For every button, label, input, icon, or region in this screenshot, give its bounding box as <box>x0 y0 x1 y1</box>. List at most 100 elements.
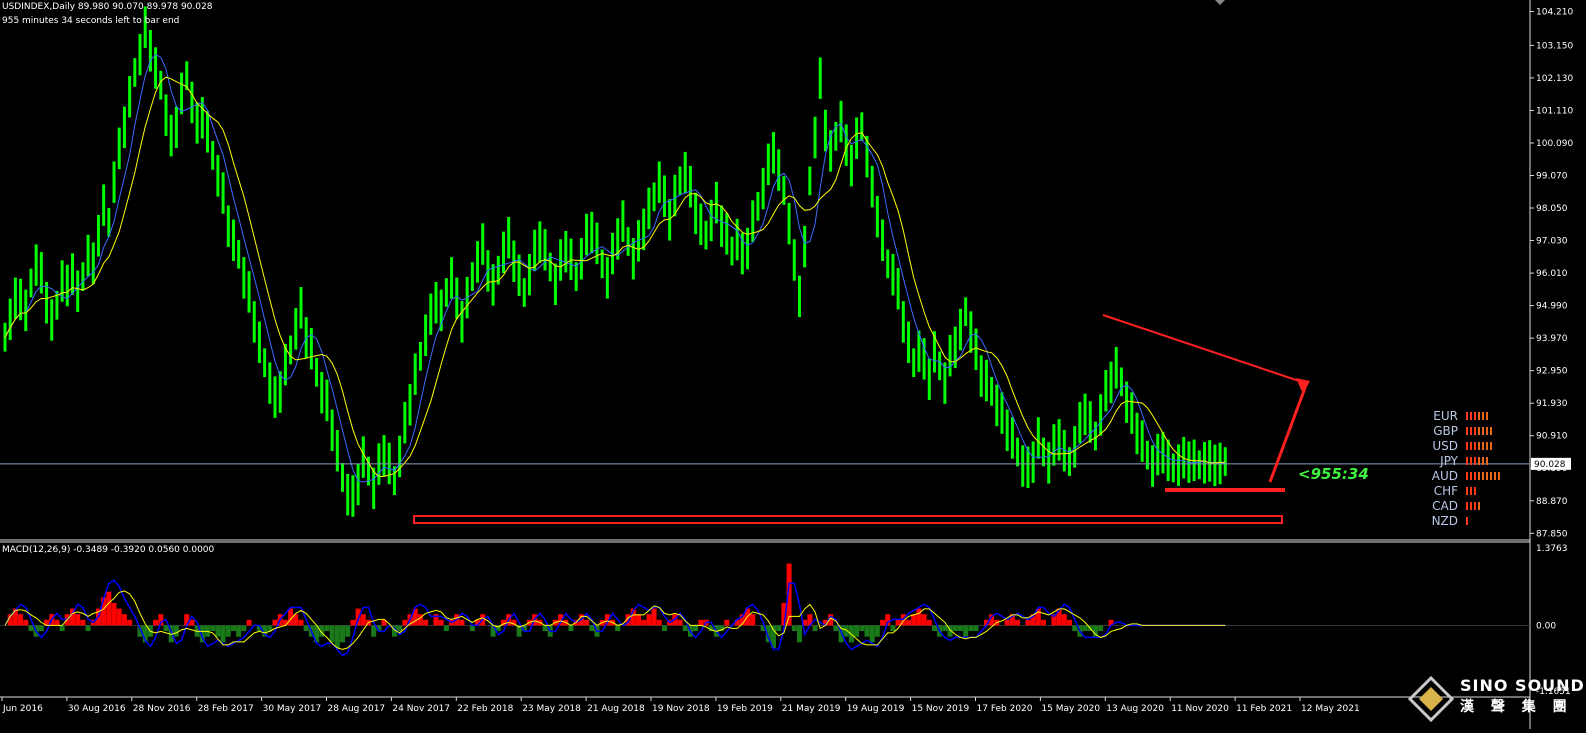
macd-histogram-bar <box>957 625 963 632</box>
date-tick-label: 28 Aug 2017 <box>328 704 386 714</box>
macd-histogram-bar <box>303 625 309 632</box>
price-tick-label: 90.910 <box>1536 432 1568 442</box>
price-tick-label: 93.970 <box>1536 334 1568 344</box>
logo-subtitle: 漢 聲 集 團 <box>1460 699 1573 715</box>
strength-bar <box>1474 486 1476 495</box>
strength-bar <box>1478 441 1480 450</box>
strength-row: AUD <box>1428 468 1502 483</box>
date-tick-label: 21 May 2019 <box>782 704 841 714</box>
strength-bar <box>1466 411 1468 420</box>
strength-bar <box>1470 486 1472 495</box>
symbol-header: USDINDEX,Daily 89.980 90.070 89.978 90.0… <box>2 2 213 12</box>
strength-row: NZD <box>1428 513 1502 528</box>
macd-histogram-bar <box>173 625 179 637</box>
date-tick-label: 22 Feb 2018 <box>457 704 513 714</box>
macd-histogram-bar <box>890 625 896 632</box>
macd-histogram-bar <box>1098 625 1104 632</box>
date-tick-label: 17 Feb 2020 <box>977 704 1033 714</box>
date-tick-label: 13 Aug 2020 <box>1106 704 1164 714</box>
macd-histogram-bar <box>241 625 247 632</box>
macd-histogram-bar <box>677 619 683 626</box>
strength-row: GBP <box>1428 423 1502 438</box>
date-tick-label: 19 Aug 2019 <box>847 704 905 714</box>
price-tick-label: 87.850 <box>1536 529 1568 539</box>
macd-histogram-bar <box>345 625 351 637</box>
macd-histogram-bar <box>661 625 667 632</box>
macd-histogram-bar <box>438 619 444 626</box>
currency-label: AUD <box>1431 468 1458 483</box>
price-badge: 90.028 <box>1534 460 1566 470</box>
price-tick-label: 98.050 <box>1536 204 1568 214</box>
macd-histogram-bar <box>121 614 127 626</box>
price-tick-label: 92.950 <box>1536 367 1568 377</box>
price-tick-label: 94.990 <box>1536 302 1568 312</box>
strength-bar <box>1470 471 1472 480</box>
date-tick-label: 11 Nov 2020 <box>1171 704 1229 714</box>
macd-histogram-bar <box>210 625 216 632</box>
strength-bar <box>1470 426 1472 435</box>
chart-shift-marker-icon[interactable] <box>1215 0 1225 5</box>
macd-histogram-bar <box>724 619 730 626</box>
price-tick-label: 88.870 <box>1536 497 1568 507</box>
strength-bar <box>1474 426 1476 435</box>
macd-histogram-bar <box>443 625 449 632</box>
date-tick-label: 28 Nov 2016 <box>133 704 191 714</box>
macd-histogram-bar <box>869 625 875 643</box>
strength-bar <box>1482 441 1484 450</box>
currency-label: EUR <box>1433 408 1458 423</box>
strength-bar <box>1474 471 1476 480</box>
strength-bar <box>1478 411 1480 420</box>
macd-histogram-bar <box>641 619 647 626</box>
strength-bar <box>1466 456 1468 465</box>
macd-header: MACD(12,26,9) -0.3489 -0.3920 0.0560 0.0… <box>2 545 215 555</box>
price-tick-label: 102.130 <box>1536 74 1573 84</box>
macd-histogram-bar <box>334 625 340 648</box>
strength-bar <box>1486 411 1488 420</box>
macd-histogram-bar <box>1041 619 1047 626</box>
macd-histogram-bar <box>646 614 652 626</box>
macd-histogram-bar <box>397 625 403 632</box>
strength-bar <box>1470 441 1472 450</box>
strength-bar <box>1466 486 1468 495</box>
strength-row: EUR <box>1428 408 1502 423</box>
macd-histogram-bar <box>542 625 548 632</box>
currency-strength-panel: EUR GBP USD JPY AUD CHF CAD NZD <box>1428 408 1502 528</box>
strength-bar <box>1490 426 1492 435</box>
strength-bar <box>1470 501 1472 510</box>
strength-bar <box>1478 471 1480 480</box>
price-tick-label: 101.110 <box>1536 106 1573 116</box>
macd-histogram-bar <box>963 625 969 637</box>
currency-label: CHF <box>1433 483 1458 498</box>
strength-row: JPY <box>1428 453 1502 468</box>
macd-histogram-bar <box>459 619 465 626</box>
chart-canvas[interactable]: 104.210 103.150 102.130 101.110 100.090 99.07… <box>0 0 1586 729</box>
date-tick-label: 15 May 2020 <box>1041 704 1100 714</box>
date-tick-label: 19 Feb 2019 <box>717 704 773 714</box>
macd-histogram-bar <box>615 625 621 632</box>
macd-histogram-bar <box>163 625 169 632</box>
macd-histogram-bar <box>246 619 252 626</box>
macd-histogram-bar <box>116 608 122 626</box>
logo-title: SINO SOUND <box>1460 676 1585 695</box>
chart-window[interactable]: 104.210 103.150 102.130 101.110 100.090 99.07… <box>0 0 1586 729</box>
strength-bar <box>1490 471 1492 480</box>
macd-histogram-bar <box>854 625 860 637</box>
currency-label: USD <box>1432 438 1458 453</box>
strength-bar <box>1486 471 1488 480</box>
macd-histogram-bar <box>656 619 662 626</box>
date-tick-label: 30 Aug 2016 <box>68 704 126 714</box>
strength-row: USD <box>1428 438 1502 453</box>
macd-histogram-bar <box>54 619 60 626</box>
strength-bar <box>1482 456 1484 465</box>
strength-bar <box>1498 471 1500 480</box>
macd-histogram-bar <box>812 625 818 632</box>
macd-histogram-bar <box>942 625 948 632</box>
macd-axis-label: 1.3763 <box>1536 544 1568 554</box>
macd-histogram-bar <box>360 614 366 626</box>
strength-bar <box>1486 456 1488 465</box>
macd-histogram-bar <box>38 625 44 632</box>
strength-bar <box>1478 501 1480 510</box>
macd-histogram-bar <box>776 625 782 632</box>
macd-histogram-bar <box>18 614 24 626</box>
ma-fast-line <box>4 53 1226 483</box>
